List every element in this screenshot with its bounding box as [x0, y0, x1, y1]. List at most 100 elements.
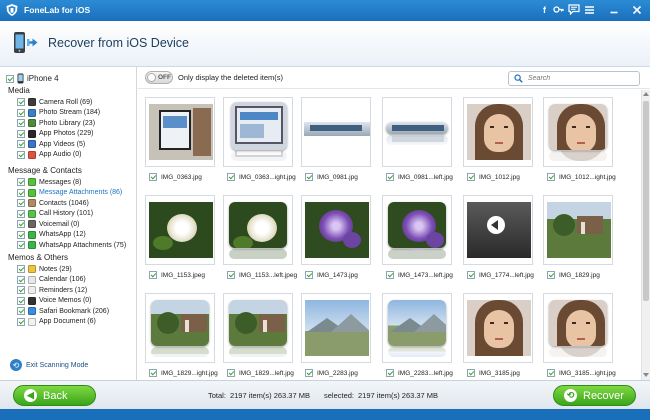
sidebar-item-reminders[interactable]: Reminders (12) [17, 285, 109, 296]
photo-checkbox[interactable] [305, 173, 313, 181]
minimize-icon[interactable] [607, 3, 620, 16]
photo-tile[interactable]: IMG_1012...ight.jpg [543, 91, 616, 189]
key-icon[interactable] [552, 3, 565, 16]
recover-button[interactable]: ⟲ Recover [553, 385, 636, 406]
item-checkbox[interactable] [17, 220, 25, 229]
deleted-only-toggle[interactable]: OFF [145, 71, 173, 84]
sidebar-item-app-document[interactable]: App Document (6) [17, 317, 109, 328]
sidebar-item-safari[interactable]: Safari Bookmark (206) [17, 306, 109, 317]
photo-thumbnail[interactable] [145, 195, 215, 265]
sidebar-item-photo-library[interactable]: Photo Library (23) [17, 118, 100, 129]
photo-thumbnail[interactable] [145, 293, 215, 363]
sidebar-item-whatsapp-attachments[interactable]: WhatsApp Attachments (75) [17, 240, 126, 251]
search-input[interactable] [528, 73, 636, 84]
item-checkbox[interactable] [17, 286, 25, 295]
photo-thumbnail[interactable] [382, 97, 452, 167]
photo-checkbox[interactable] [227, 271, 235, 279]
photo-checkbox[interactable] [227, 173, 235, 181]
device-checkbox[interactable] [6, 74, 14, 83]
item-checkbox[interactable] [17, 296, 25, 305]
photo-tile[interactable]: IMG_1829...left.jpg [223, 287, 294, 380]
photo-tile[interactable]: IMG_1473.jpg [301, 189, 371, 287]
menu-icon[interactable] [583, 3, 596, 16]
sidebar-item-voicemail[interactable]: Voicemail (0) [17, 219, 126, 230]
photo-checkbox[interactable] [227, 369, 235, 377]
item-checkbox[interactable] [17, 241, 25, 250]
photo-checkbox[interactable] [547, 173, 555, 181]
photo-checkbox[interactable] [149, 173, 157, 181]
close-icon[interactable] [630, 3, 643, 16]
photo-tile[interactable]: IMG_0981.jpg [301, 91, 371, 189]
photo-tile[interactable]: IMG_0363.jpg [145, 91, 215, 189]
photo-checkbox[interactable] [305, 271, 313, 279]
photo-thumbnail[interactable] [223, 293, 293, 363]
item-checkbox[interactable] [17, 230, 25, 239]
sidebar-item-camera-roll[interactable]: Camera Roll (69) [17, 97, 100, 108]
photo-checkbox[interactable] [386, 173, 394, 181]
photo-tile[interactable]: IMG_3185.jpg [463, 287, 533, 380]
photo-tile[interactable]: IMG_0981...left.jpg [382, 91, 453, 189]
facebook-icon[interactable]: f [538, 3, 551, 16]
sidebar-item-photo-stream[interactable]: Photo Stream (184) [17, 108, 100, 119]
photo-thumbnail[interactable] [145, 97, 215, 167]
photo-checkbox[interactable] [305, 369, 313, 377]
photo-tile[interactable]: IMG_1829...ight.jpg [145, 287, 218, 380]
item-checkbox[interactable] [17, 317, 25, 326]
sidebar-item-app-audio[interactable]: App Audio (0) [17, 150, 100, 161]
item-checkbox[interactable] [17, 129, 25, 138]
photo-thumbnail[interactable] [463, 97, 533, 167]
photo-checkbox[interactable] [467, 369, 475, 377]
photo-checkbox[interactable] [547, 271, 555, 279]
photo-tile[interactable]: IMG_1473...left.jpg [382, 189, 453, 287]
photo-tile[interactable]: IMG_0363...ight.jpg [223, 91, 296, 189]
photo-checkbox[interactable] [149, 271, 157, 279]
item-checkbox[interactable] [17, 199, 25, 208]
item-checkbox[interactable] [17, 275, 25, 284]
photo-thumbnail[interactable] [382, 195, 452, 265]
item-checkbox[interactable] [17, 307, 25, 316]
photo-tile[interactable]: IMG_1774...left.jpg [463, 189, 534, 287]
item-checkbox[interactable] [17, 98, 25, 107]
item-checkbox[interactable] [17, 119, 25, 128]
photo-tile[interactable]: IMG_1012.jpg [463, 91, 533, 189]
photo-thumbnail[interactable] [543, 97, 613, 167]
photo-tile[interactable]: IMG_3185...ight.jpg [543, 287, 616, 380]
item-checkbox[interactable] [17, 150, 25, 159]
scrollbar-thumb[interactable] [643, 101, 649, 301]
sidebar-item-voice-memos[interactable]: Voice Memos (0) [17, 296, 109, 307]
sidebar-item-calendar[interactable]: Calendar (106) [17, 275, 109, 286]
scroll-up-icon[interactable] [643, 92, 649, 96]
photo-thumbnail[interactable] [301, 97, 371, 167]
photo-checkbox[interactable] [386, 271, 394, 279]
photo-checkbox[interactable] [547, 369, 555, 377]
device-row[interactable]: iPhone 4 [6, 73, 59, 84]
sidebar-item-app-photos[interactable]: App Photos (229) [17, 129, 100, 140]
photo-tile[interactable]: IMG_1829.jpg [543, 189, 613, 287]
item-checkbox[interactable] [17, 178, 25, 187]
sidebar-item-notes[interactable]: Notes (29) [17, 264, 109, 275]
scroll-down-icon[interactable] [643, 373, 649, 377]
photo-thumbnail[interactable] [223, 195, 293, 265]
back-button[interactable]: ◀ Back [13, 385, 96, 406]
sidebar-item-contacts[interactable]: Contacts (1046) [17, 198, 126, 209]
photo-thumbnail[interactable] [301, 293, 371, 363]
exit-scanning-button[interactable]: ⟲ Exit Scanning Mode [10, 359, 88, 371]
photo-thumbnail[interactable] [382, 293, 452, 363]
search-box[interactable] [508, 71, 640, 86]
photo-thumbnail[interactable] [223, 97, 293, 167]
photo-thumbnail[interactable] [463, 293, 533, 363]
sidebar-item-call-history[interactable]: Call History (101) [17, 209, 126, 220]
photo-checkbox[interactable] [467, 271, 475, 279]
feedback-icon[interactable] [567, 3, 580, 16]
sidebar-item-app-videos[interactable]: App Videos (5) [17, 139, 100, 150]
photo-tile[interactable]: IMG_2283.jpg [301, 287, 371, 380]
sidebar-item-messages[interactable]: Messages (8) [17, 177, 126, 188]
item-checkbox[interactable] [17, 265, 25, 274]
photo-checkbox[interactable] [386, 369, 394, 377]
photo-thumbnail[interactable] [463, 195, 533, 265]
photo-tile[interactable]: IMG_1153...left.jpeg [223, 189, 297, 287]
photo-checkbox[interactable] [149, 369, 157, 377]
sidebar-item-message-attachments[interactable]: Message Attachments (86) [17, 188, 126, 199]
sidebar-item-whatsapp[interactable]: WhatsApp (12) [17, 230, 126, 241]
item-checkbox[interactable] [17, 188, 25, 197]
